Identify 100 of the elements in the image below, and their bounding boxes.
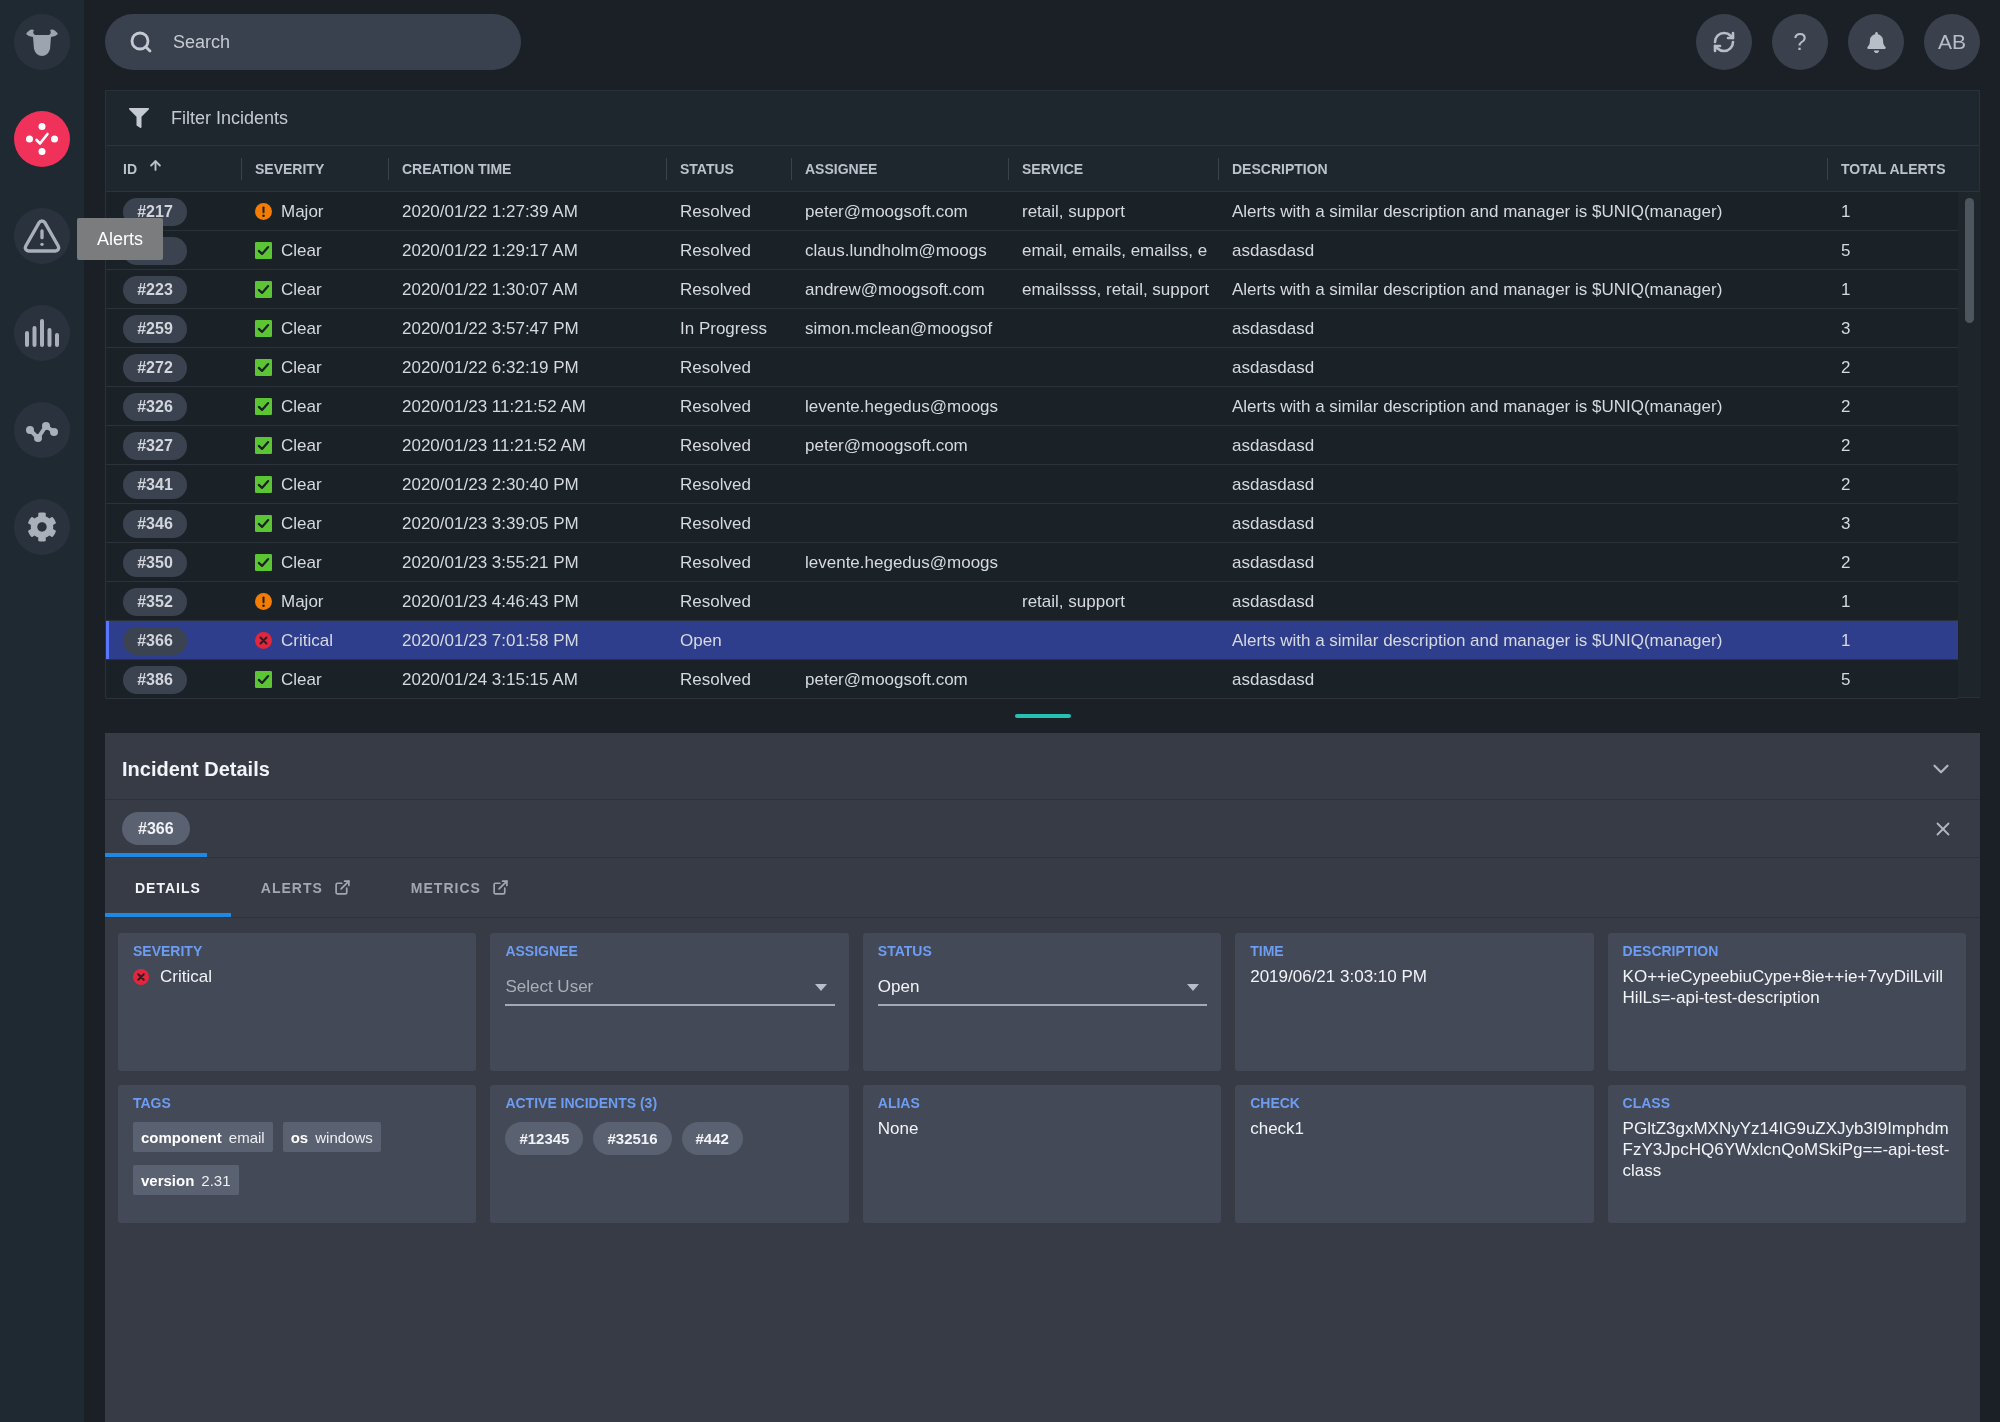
table-cell-text: 2020/01/23 11:21:52 AM — [401, 396, 587, 418]
table-cell-text: retail, support — [1021, 591, 1126, 613]
incident-id-badge: #326 — [123, 392, 187, 421]
table-cell-text: Alerts with a similar description and manager is $UNIQ(manager) — [1231, 279, 1724, 301]
severity-label: Major — [281, 201, 324, 222]
table-cell-text: asdasdasd — [1231, 357, 1316, 379]
table-cell-text: Alerts with a similar description and manager is $UNIQ(manager) — [1231, 201, 1724, 223]
table-cell-text: 2020/01/23 4:46:43 PM — [401, 591, 580, 613]
table-cell-text: 2 — [1840, 435, 1852, 457]
severity-label: Clear — [281, 513, 322, 534]
table-cell-text: peter@moogsoft.com — [804, 669, 969, 691]
table-cell-text: 3 — [1840, 513, 1852, 535]
severity-label: Clear — [281, 552, 322, 573]
table-cell-text: asdasdasd — [1231, 513, 1316, 535]
incident-id-badge: #352 — [123, 587, 187, 616]
table-cell-text: Resolved — [679, 669, 752, 691]
table-cell-text: retail, support — [1021, 201, 1126, 223]
field-value: 2019/06/21 3:03:10 PM — [1250, 966, 1428, 987]
table-cell-text: Resolved — [679, 552, 752, 574]
table-cell-text: Alerts with a similar description and manager is $UNIQ(manager) — [1231, 630, 1724, 652]
table-cell-text: 5 — [1840, 240, 1852, 262]
table-cell-text: Resolved — [679, 513, 752, 535]
table-cell-text: Resolved — [679, 591, 752, 613]
severity-label: Critical — [281, 630, 333, 651]
table-cell-text: asdasdasd — [1231, 474, 1316, 496]
table-cell-text: 5 — [1840, 669, 1852, 691]
field-label: DESCRIPTION — [1622, 943, 1720, 959]
table-cell-text: 2020/01/22 1:30:07 AM — [401, 279, 579, 301]
severity-label: Clear — [281, 357, 322, 378]
table-cell-text: 2020/01/24 3:15:15 AM — [401, 669, 579, 691]
table-cell-text: 2 — [1840, 474, 1852, 496]
incident-id-badge: #341 — [123, 470, 187, 499]
table-cell-text: 2020/01/22 1:27:39 AM — [401, 201, 579, 223]
table-cell-text: asdasdasd — [1231, 240, 1316, 262]
field-label: ALIAS — [877, 1095, 921, 1111]
table-cell-text: Resolved — [679, 435, 752, 457]
incident-id-badge: #327 — [123, 431, 187, 460]
incident-id-badge: #346 — [123, 509, 187, 538]
field-label: SEVERITY — [133, 943, 204, 959]
table-cell-text: Resolved — [679, 474, 752, 496]
severity-label: Clear — [281, 396, 322, 417]
incident-id-badge: #272 — [123, 353, 187, 382]
table-cell-text: 2020/01/23 7:01:58 PM — [401, 630, 580, 652]
table-cell-text: emailssss, retail, support — [1021, 279, 1211, 301]
table-cell-text: Open — [679, 630, 723, 652]
field-value: None — [877, 1118, 920, 1139]
table-cell-text: 2020/01/22 3:57:47 PM — [401, 318, 580, 340]
incident-id-badge: #366 — [123, 626, 187, 655]
field-label: ASSIGNEE — [505, 943, 579, 959]
incident-id-badge: #223 — [123, 275, 187, 304]
table-cell-text: andrew@moogsoft.com — [804, 279, 986, 301]
tag-key: component — [141, 1128, 222, 1146]
field-label: CHECK — [1250, 1095, 1301, 1111]
table-cell-text: peter@moogsoft.com — [804, 201, 969, 223]
table-cell-text: levente.hegedus@moogs — [804, 396, 1000, 418]
table-cell-text: 2 — [1840, 396, 1852, 418]
table-cell-text: asdasdasd — [1231, 552, 1316, 574]
tooltip: Alerts — [77, 218, 163, 260]
table-cell-text: 1 — [1840, 591, 1852, 613]
severity-label: Clear — [281, 474, 322, 495]
field-label: TIME — [1250, 943, 1285, 959]
table-cell-text: 1 — [1840, 201, 1852, 223]
tag-value: 2.31 — [201, 1171, 231, 1189]
table-cell-text: Alerts with a similar description and manager is $UNIQ(manager) — [1231, 396, 1724, 418]
incident-id-badge: #366 — [122, 812, 190, 845]
table-cell-text: Resolved — [679, 357, 752, 379]
field-label: TAGS — [133, 1095, 172, 1111]
tag-key: version — [141, 1171, 195, 1189]
severity-label: Clear — [281, 435, 322, 456]
field-label: ACTIVE INCIDENTS (3) — [505, 1095, 659, 1111]
field-label: CLASS — [1622, 1095, 1672, 1111]
table-cell-text: claus.lundholm@moogs — [804, 240, 988, 262]
table-cell-text: 3 — [1840, 318, 1852, 340]
table-cell-text: 1 — [1840, 279, 1852, 301]
table-cell-text: 2020/01/23 3:39:05 PM — [401, 513, 580, 535]
table-cell-text: Resolved — [679, 201, 752, 223]
table-cell-text: asdasdasd — [1231, 318, 1316, 340]
incident-id-badge: #386 — [123, 665, 187, 694]
field-value: Critical — [160, 966, 212, 987]
table-cell-text: asdasdasd — [1231, 435, 1316, 457]
field-value: KO++ieCypeebiuCype+8ie++ie+7vyDilLvillHilLs=-api-test-description — [1622, 966, 1944, 1008]
severity-label: Clear — [281, 279, 322, 300]
table-cell-text: 2020/01/23 3:55:21 PM — [401, 552, 580, 574]
table-cell-text: 2020/01/22 6:32:19 PM — [401, 357, 580, 379]
table-cell-text: 2020/01/23 11:21:52 AM — [401, 435, 587, 457]
severity-label: Major — [281, 591, 324, 612]
table-cell-text: peter@moogsoft.com — [804, 435, 969, 457]
severity-label: Clear — [281, 669, 322, 690]
table-cell-text: 2 — [1840, 357, 1852, 379]
field-value: check1 — [1250, 1118, 1306, 1139]
tag-value: windows — [315, 1128, 373, 1146]
severity-label: Clear — [281, 240, 322, 261]
field-label: STATUS — [877, 943, 933, 959]
table-cell-text: levente.hegedus@moogs — [804, 552, 1000, 574]
table-cell-text: 2020/01/22 1:29:17 AM — [401, 240, 579, 262]
table-cell-text: Resolved — [679, 279, 752, 301]
table-cell-text: Resolved — [679, 396, 752, 418]
table-cell-text: asdasdasd — [1231, 591, 1316, 613]
incident-id-badge: #259 — [123, 314, 187, 343]
table-cell-text: asdasdasd — [1231, 669, 1316, 691]
